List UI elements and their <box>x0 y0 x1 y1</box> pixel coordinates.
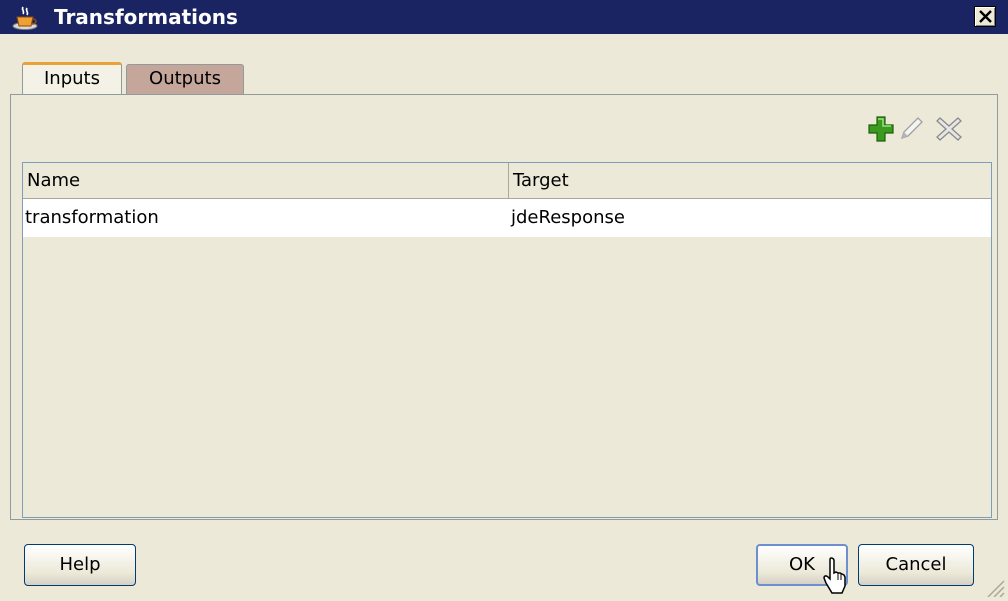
tab-outputs[interactable]: Outputs <box>126 64 244 94</box>
table-header: Name Target <box>23 163 991 199</box>
close-button[interactable] <box>974 6 996 27</box>
cell-name[interactable]: transformation <box>23 199 509 237</box>
add-icon[interactable] <box>866 114 896 144</box>
cancel-button[interactable]: Cancel <box>858 544 974 586</box>
table-row[interactable]: transformation jdeResponse <box>23 199 991 237</box>
cell-target[interactable]: jdeResponse <box>509 199 991 237</box>
mouse-pointer-icon <box>822 556 850 596</box>
edit-icon[interactable] <box>896 114 926 144</box>
delete-icon[interactable] <box>934 114 964 144</box>
column-header-target[interactable]: Target <box>509 163 991 199</box>
coffee-cup-icon <box>12 6 38 30</box>
help-button[interactable]: Help <box>24 544 136 586</box>
transformations-table: Name Target transformation jdeResponse <box>22 162 992 518</box>
resize-grip-icon[interactable] <box>982 575 1006 598</box>
close-icon <box>979 10 992 23</box>
tab-inputs[interactable]: Inputs <box>22 62 122 94</box>
title-bar: Transformations <box>0 0 1008 34</box>
window-title: Transformations <box>54 5 238 29</box>
column-header-name[interactable]: Name <box>23 163 509 199</box>
